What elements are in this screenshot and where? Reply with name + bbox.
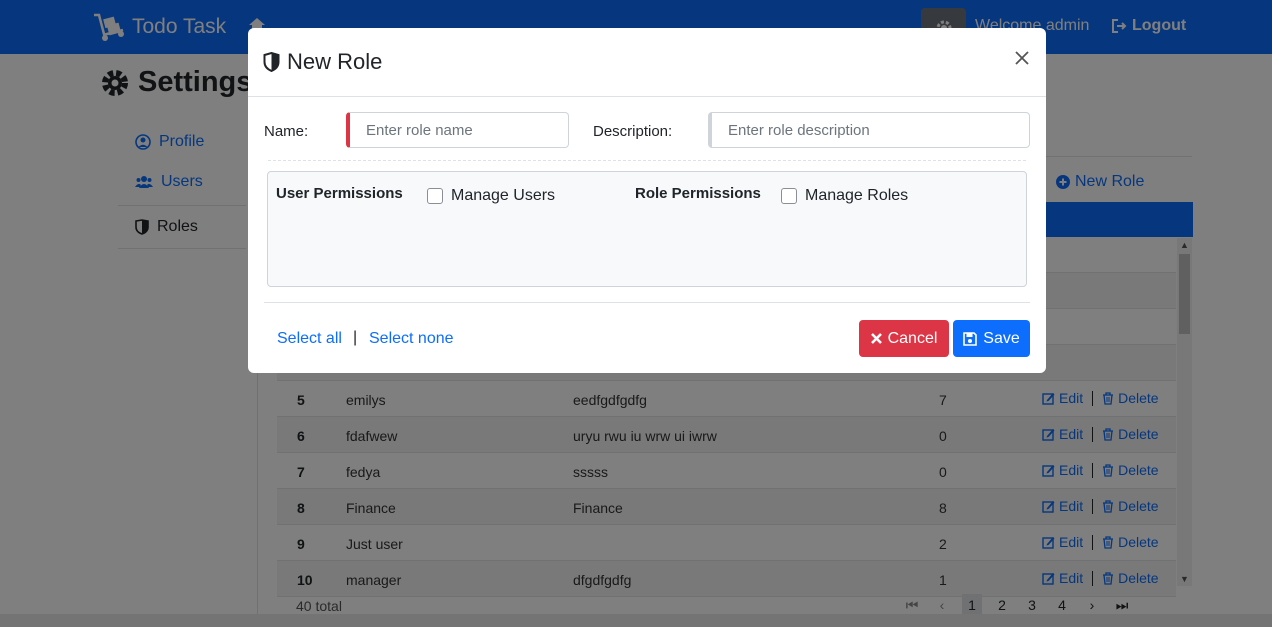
permission-group-label: User Permissions bbox=[276, 185, 403, 202]
shield-icon bbox=[263, 52, 280, 72]
checkbox-label: Manage Roles bbox=[805, 187, 909, 204]
cancel-button[interactable]: Cancel bbox=[859, 320, 949, 357]
name-label: Name: bbox=[264, 123, 309, 140]
close-icon[interactable] bbox=[1015, 51, 1029, 70]
modal-title-text: New Role bbox=[287, 49, 383, 74]
checkbox[interactable] bbox=[427, 188, 443, 204]
manage-users-checkbox[interactable]: Manage Users bbox=[427, 187, 555, 205]
permissions-panel: User Permissions Manage Users Role Permi… bbox=[267, 171, 1027, 287]
checkbox[interactable] bbox=[781, 188, 797, 204]
role-name-input[interactable] bbox=[346, 112, 569, 148]
form-divider bbox=[268, 160, 1026, 161]
new-role-modal: New Role Name: Description: User Permiss… bbox=[248, 28, 1046, 373]
manage-roles-checkbox[interactable]: Manage Roles bbox=[781, 187, 908, 205]
checkbox-label: Manage Users bbox=[451, 187, 556, 204]
save-button[interactable]: Save bbox=[953, 320, 1030, 357]
permission-group-label: Role Permissions bbox=[635, 185, 761, 202]
modal-title: New Role bbox=[263, 49, 382, 75]
role-description-input[interactable] bbox=[708, 112, 1030, 148]
floppy-disk-icon bbox=[963, 331, 978, 346]
select-all-link[interactable]: Select all bbox=[277, 330, 342, 348]
footer-divider bbox=[264, 302, 1030, 303]
close-icon bbox=[870, 333, 882, 344]
description-label: Description: bbox=[593, 123, 673, 140]
link-separator: | bbox=[353, 329, 358, 346]
cancel-label: Cancel bbox=[887, 329, 938, 347]
select-none-link[interactable]: Select none bbox=[369, 330, 454, 348]
save-label: Save bbox=[983, 329, 1020, 347]
modal-header: New Role bbox=[248, 28, 1046, 97]
